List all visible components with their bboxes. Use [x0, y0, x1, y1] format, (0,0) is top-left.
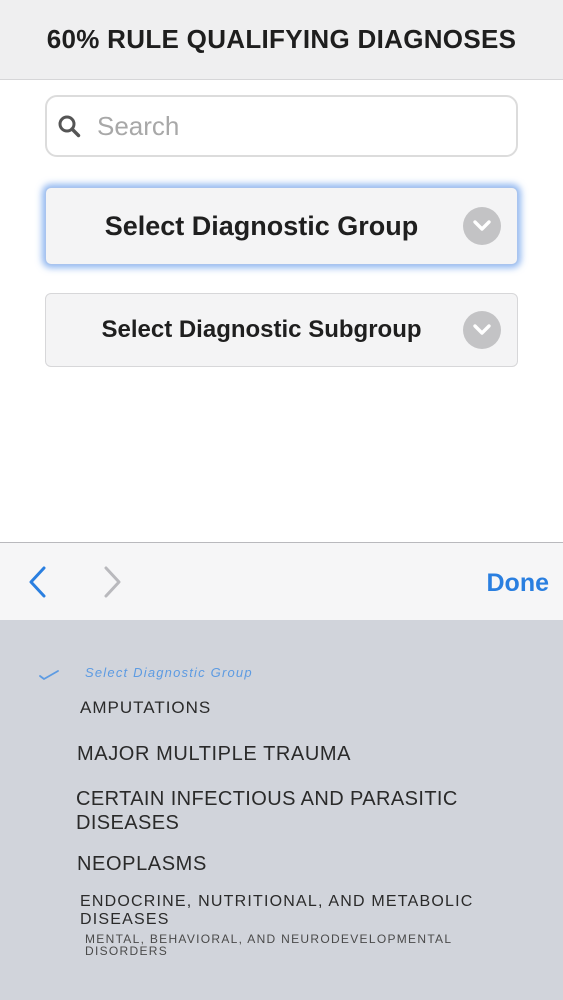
search-box[interactable] [45, 95, 518, 157]
keyboard-toolbar: Done [0, 542, 563, 620]
previous-field-chevron-left-icon[interactable] [24, 565, 54, 599]
picker-option[interactable]: ENDOCRINE, NUTRITIONAL, AND METABOLIC DI… [80, 893, 550, 930]
picker-option[interactable]: NEOPLASMS [77, 854, 207, 875]
picker-option[interactable]: MAJOR MULTIPLE TRAUMA [77, 744, 351, 765]
picker-option-selected[interactable]: Select Diagnostic Group [85, 666, 253, 680]
page-title: 60% RULE QUALIFYING DIAGNOSES [46, 24, 517, 54]
picker-option[interactable]: CERTAIN INFECTIOUS AND PARASITIC DISEASE… [76, 787, 516, 836]
done-button[interactable]: Done [487, 569, 550, 598]
checkmark-icon [38, 668, 60, 680]
next-field-chevron-right-icon[interactable] [98, 565, 128, 599]
diagnostic-group-select[interactable]: Select Diagnostic Group [45, 187, 518, 265]
search-icon [57, 113, 83, 139]
search-input[interactable] [97, 110, 477, 142]
picker-fade [0, 956, 563, 1000]
header-bar: 60% RULE QUALIFYING DIAGNOSES [0, 0, 563, 80]
diagnostic-group-label: Select Diagnostic Group [104, 210, 419, 241]
diagnostic-subgroup-select[interactable]: Select Diagnostic Subgroup [45, 293, 518, 367]
picker-option[interactable]: MENTAL, BEHAVIORAL, AND NEURODEVELOPMENT… [85, 933, 525, 957]
diagnostic-subgroup-label: Select Diagnostic Subgroup [101, 316, 422, 343]
chevron-down-icon [463, 207, 501, 245]
picker-option[interactable]: AMPUTATIONS [80, 699, 211, 717]
diagnostic-group-picker[interactable]: Select Diagnostic Group AMPUTATIONS MAJO… [0, 620, 563, 1000]
chevron-down-icon [463, 311, 501, 349]
